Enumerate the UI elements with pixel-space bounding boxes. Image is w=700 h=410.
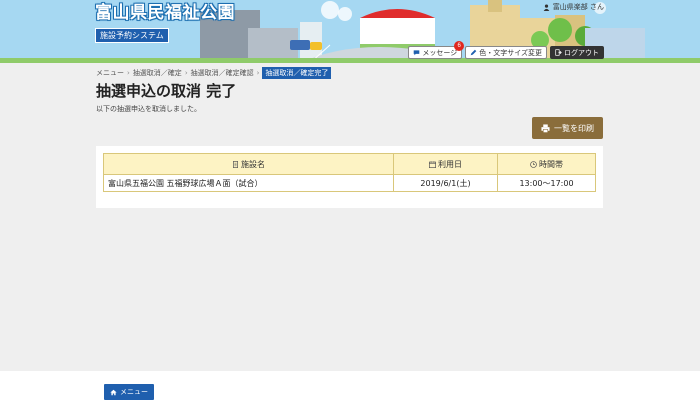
site-title[interactable]: 富山県民福祉公園 <box>95 3 235 23</box>
header-buttons: メッセージ 6 色・文字サイズ変更 ログアウト <box>408 41 604 59</box>
breadcrumb: メニュー › 抽選取消／確定 › 抽選取消／確定確認 › 抽選取消／確定完了 <box>96 67 332 79</box>
pencil-icon <box>470 49 477 56</box>
column-header-time-label: 時間帯 <box>539 159 563 169</box>
printer-icon <box>541 123 550 133</box>
column-header-date-label: 利用日 <box>438 159 462 169</box>
user-name: 富山県楽部 さん <box>552 3 604 11</box>
page-description: 以下の抽選申込を取消しました。 <box>96 105 201 113</box>
date-cell: 2019/6/1(土) <box>393 174 498 192</box>
logout-button[interactable]: ログアウト <box>550 46 604 59</box>
logout-icon <box>555 49 562 56</box>
table-header-row: 施設名 利用日 時間帯 <box>103 153 596 175</box>
document-icon <box>233 160 238 168</box>
breadcrumb-current: 抽選取消／確定完了 <box>262 67 332 79</box>
message-label: メッセージ <box>422 49 458 57</box>
display-settings-label: 色・文字サイズ変更 <box>479 49 542 57</box>
chat-icon <box>414 50 420 56</box>
time-cell: 13:00〜17:00 <box>497 174 596 192</box>
user-icon <box>543 3 550 11</box>
table-row: 富山県五福公園 五福野球広場Ａ面（試合） 2019/6/1(土) 13:00〜1… <box>103 174 596 192</box>
breadcrumb-item-lottery-confirm[interactable]: 抽選取消／確定確認 <box>191 68 254 78</box>
result-panel: 施設名 利用日 時間帯 富山県五福公園 五福野球広場Ａ面（試合） 2019/6/… <box>96 146 603 208</box>
calendar-icon <box>429 160 436 168</box>
facility-cell: 富山県五福公園 五福野球広場Ａ面（試合） <box>103 174 394 192</box>
logout-label: ログアウト <box>564 49 599 57</box>
breadcrumb-item-menu[interactable]: メニュー <box>96 68 124 78</box>
message-button[interactable]: メッセージ 6 <box>408 41 465 59</box>
print-list-button[interactable]: 一覧を印刷 <box>532 117 603 139</box>
column-header-facility-label: 施設名 <box>241 159 265 169</box>
breadcrumb-separator: › <box>127 69 130 77</box>
clock-icon <box>530 160 537 168</box>
site-branding: 富山県民福祉公園 施設予約システム <box>95 3 235 43</box>
display-settings-button[interactable]: 色・文字サイズ変更 <box>465 46 547 59</box>
menu-button-label: メニュー <box>120 389 148 396</box>
message-count-badge: 6 <box>454 41 465 51</box>
breadcrumb-item-lottery-cancel[interactable]: 抽選取消／確定 <box>133 68 182 78</box>
user-label: 富山県楽部 さん <box>543 2 604 12</box>
breadcrumb-separator: › <box>256 69 260 77</box>
breadcrumb-separator: › <box>184 69 188 77</box>
cancelled-lottery-table: 施設名 利用日 時間帯 富山県五福公園 五福野球広場Ａ面（試合） 2019/6/… <box>103 153 596 192</box>
page-title: 抽選申込の取消 完了 <box>96 82 237 100</box>
home-icon <box>110 389 117 395</box>
column-header-facility: 施設名 <box>103 153 394 175</box>
system-subtitle: 施設予約システム <box>95 28 169 43</box>
menu-button[interactable]: メニュー <box>104 384 154 400</box>
print-list-label: 一覧を印刷 <box>554 123 594 133</box>
column-header-time: 時間帯 <box>497 153 596 175</box>
page-footer: メニュー <box>0 371 700 410</box>
column-header-date: 利用日 <box>393 153 498 175</box>
site-header: 富山県民福祉公園 施設予約システム 富山県楽部 さん メッセージ 6 色・文字サ… <box>0 0 700 63</box>
